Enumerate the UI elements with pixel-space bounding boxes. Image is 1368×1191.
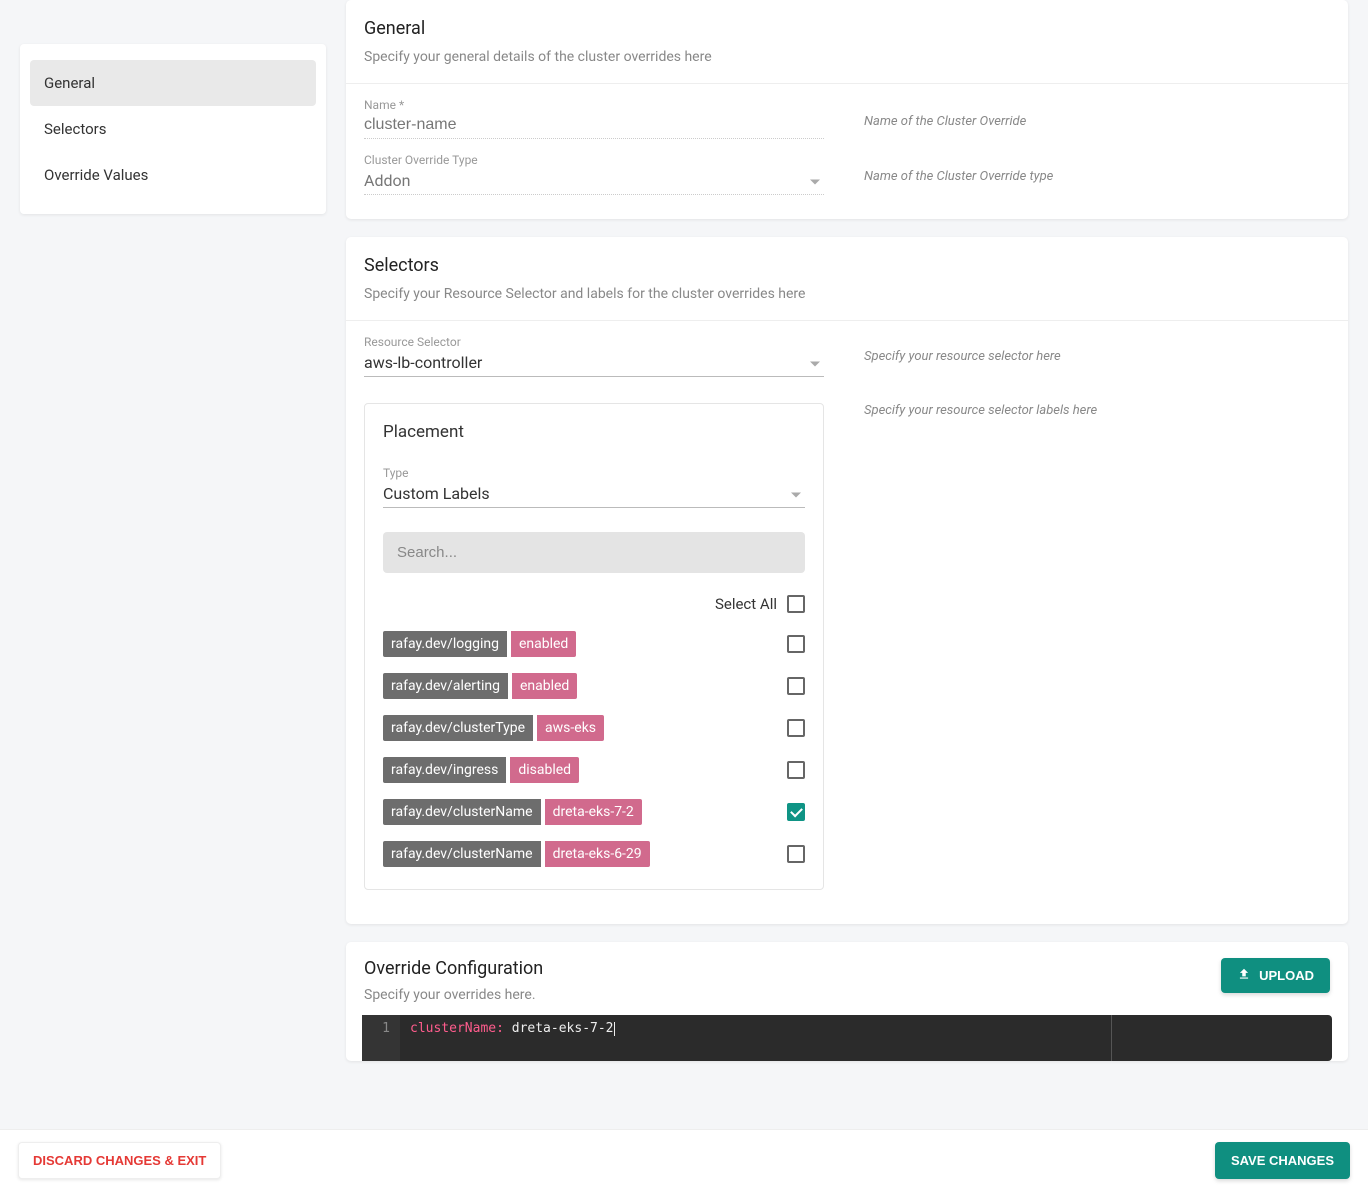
label-row: rafay.dev/ingressdisabled — [383, 757, 805, 783]
label-tag: rafay.dev/ingressdisabled — [383, 757, 579, 783]
name-label: Name * — [364, 98, 824, 112]
resource-selector-select[interactable]: aws-lb-controller — [364, 351, 824, 377]
placement-card: Placement Type Custom Labels Select All — [364, 403, 824, 890]
general-card: General Specify your general details of … — [346, 0, 1348, 219]
label-row: rafay.dev/clusterNamedreta-eks-7-2 — [383, 799, 805, 825]
label-checkbox[interactable] — [787, 719, 805, 737]
label-row: rafay.dev/alertingenabled — [383, 673, 805, 699]
label-tag: rafay.dev/clusterNamedreta-eks-6-29 — [383, 841, 650, 867]
code-editor[interactable]: 1 clusterName: dreta-eks-7-2 — [362, 1015, 1332, 1061]
label-row: rafay.dev/loggingenabled — [383, 631, 805, 657]
name-input[interactable] — [364, 114, 824, 139]
label-checkbox[interactable] — [787, 761, 805, 779]
sidebar-item-general[interactable]: General — [30, 60, 316, 106]
placement-title: Placement — [365, 404, 823, 442]
label-value: aws-eks — [537, 715, 604, 741]
label-key: rafay.dev/clusterName — [383, 799, 541, 825]
name-hint: Name of the Cluster Override — [864, 98, 1026, 129]
placement-type-label: Type — [383, 466, 805, 480]
labels-hint: Specify your resource selector labels he… — [864, 391, 1097, 418]
placement-type-value: Custom Labels — [383, 484, 490, 503]
select-all-label: Select All — [715, 595, 777, 613]
label-key: rafay.dev/ingress — [383, 757, 506, 783]
override-config-card: Override Configuration Specify your over… — [346, 942, 1348, 1061]
code-value: dreta-eks-7-2 — [504, 1021, 614, 1036]
selectors-title: Selectors — [364, 255, 1330, 276]
label-tag: rafay.dev/clusterTypeaws-eks — [383, 715, 604, 741]
label-checkbox[interactable] — [787, 635, 805, 653]
label-row: rafay.dev/clusterTypeaws-eks — [383, 715, 805, 741]
upload-label: UPLOAD — [1259, 968, 1314, 983]
footer-bar: DISCARD CHANGES & EXIT SAVE CHANGES — [0, 1129, 1368, 1191]
label-row: rafay.dev/clusterNamedreta-eks-6-29 — [383, 841, 805, 867]
upload-button[interactable]: UPLOAD — [1221, 958, 1330, 993]
code-content[interactable]: clusterName: dreta-eks-7-2 — [400, 1015, 1112, 1061]
sidebar-item-override-values[interactable]: Override Values — [30, 152, 316, 198]
label-value: dreta-eks-6-29 — [545, 841, 650, 867]
label-value: enabled — [511, 631, 576, 657]
label-key: rafay.dev/clusterType — [383, 715, 533, 741]
label-key: rafay.dev/alerting — [383, 673, 508, 699]
type-label: Cluster Override Type — [364, 153, 824, 167]
sidebar-item-selectors[interactable]: Selectors — [30, 106, 316, 152]
label-tag: rafay.dev/alertingenabled — [383, 673, 577, 699]
label-value: disabled — [510, 757, 579, 783]
override-subtitle: Specify your overrides here. — [364, 987, 543, 1003]
code-key: clusterName: — [410, 1021, 504, 1036]
code-cursor — [614, 1022, 615, 1036]
label-list: rafay.dev/loggingenabledrafay.dev/alerti… — [383, 631, 805, 871]
general-title: General — [364, 18, 1330, 39]
label-checkbox[interactable] — [787, 845, 805, 863]
caret-down-icon — [791, 492, 801, 497]
caret-down-icon — [810, 361, 820, 366]
discard-button[interactable]: DISCARD CHANGES & EXIT — [18, 1142, 221, 1179]
type-hint: Name of the Cluster Override type — [864, 153, 1053, 184]
type-value: Addon — [364, 171, 410, 190]
label-checkbox[interactable] — [787, 677, 805, 695]
label-value: enabled — [512, 673, 577, 699]
placement-search-input[interactable] — [383, 532, 805, 573]
upload-icon — [1237, 967, 1251, 984]
select-all-checkbox[interactable] — [787, 595, 805, 613]
override-title: Override Configuration — [364, 958, 543, 979]
label-key: rafay.dev/logging — [383, 631, 507, 657]
label-tag: rafay.dev/clusterNamedreta-eks-7-2 — [383, 799, 642, 825]
selectors-subtitle: Specify your Resource Selector and label… — [364, 286, 1330, 302]
resource-selector-hint: Specify your resource selector here — [864, 335, 1061, 364]
label-tag: rafay.dev/loggingenabled — [383, 631, 576, 657]
save-button[interactable]: SAVE CHANGES — [1215, 1142, 1350, 1179]
sidebar: General Selectors Override Values — [20, 44, 326, 214]
code-gutter: 1 — [362, 1015, 400, 1061]
resource-selector-label: Resource Selector — [364, 335, 824, 349]
selectors-card: Selectors Specify your Resource Selector… — [346, 237, 1348, 924]
placement-type-select[interactable]: Custom Labels — [383, 482, 805, 508]
resource-selector-value: aws-lb-controller — [364, 353, 482, 372]
label-checkbox[interactable] — [787, 803, 805, 821]
general-subtitle: Specify your general details of the clus… — [364, 49, 1330, 65]
caret-down-icon — [810, 179, 820, 184]
cluster-override-type-select[interactable]: Addon — [364, 169, 824, 195]
label-key: rafay.dev/clusterName — [383, 841, 541, 867]
label-value: dreta-eks-7-2 — [545, 799, 642, 825]
